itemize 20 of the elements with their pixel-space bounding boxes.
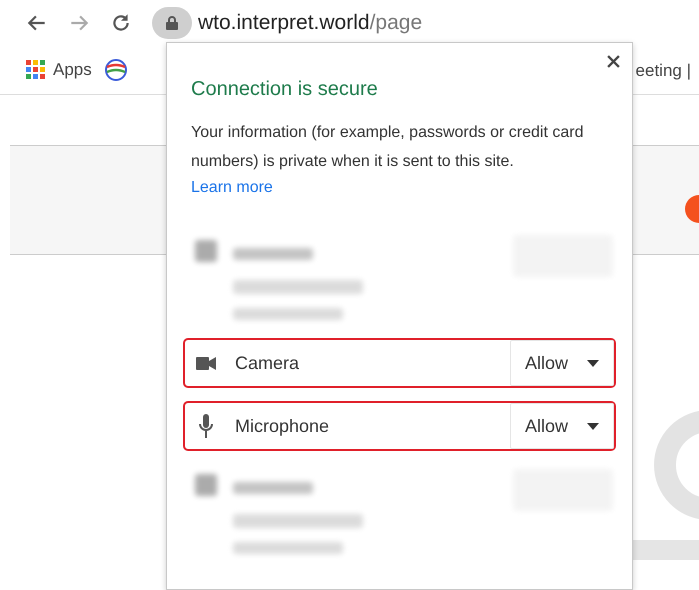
close-icon [607,55,620,68]
permission-dropdown[interactable]: Allow [510,403,614,449]
permission-label: Camera [235,352,300,374]
globe-logo-icon[interactable] [104,58,128,82]
caret-icon [587,360,599,366]
apps-bookmark[interactable]: Apps [53,56,92,82]
address-text[interactable]: wto.interpret.world/page [198,6,422,38]
lock-button[interactable] [152,6,192,38]
caret-icon [587,422,599,430]
close-button[interactable] [607,55,620,68]
popup-title: Connection is secure [191,77,379,102]
camera-icon [196,356,216,370]
permission-dropdown[interactable]: Allow [510,340,614,386]
apps-grid-icon [26,60,45,79]
lock-icon [166,16,178,30]
bookmark-text[interactable]: eeting | [636,58,691,84]
learn-more-link[interactable]: Learn more [191,179,273,196]
permission-label: Microphone [235,414,330,438]
description-text: Your information (for example, passwords or credit card numbers) is private when it is sent to this site. [191,123,584,172]
microphone-icon [199,414,213,438]
